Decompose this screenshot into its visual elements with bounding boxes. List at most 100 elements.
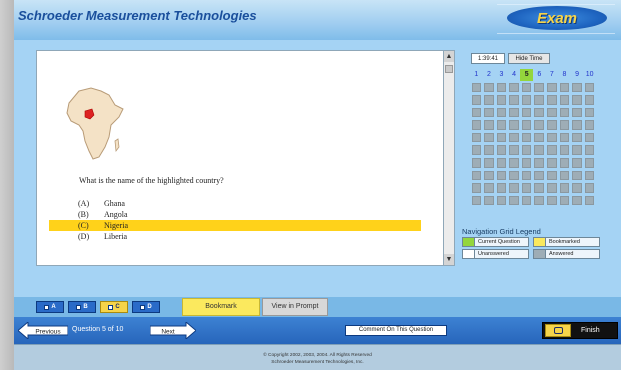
grid-cell[interactable] <box>484 82 494 93</box>
grid-cell[interactable] <box>547 195 557 206</box>
grid-cell[interactable] <box>496 195 507 206</box>
grid-cell[interactable] <box>584 82 595 93</box>
grid-number[interactable]: 9 <box>571 69 584 81</box>
grid-cell[interactable] <box>559 82 570 93</box>
grid-cell[interactable] <box>534 120 545 130</box>
grid-cell[interactable] <box>534 82 545 93</box>
grid-cell[interactable] <box>471 170 482 181</box>
grid-cell[interactable] <box>572 158 582 168</box>
grid-cell[interactable] <box>572 170 582 181</box>
grid-cell[interactable] <box>471 195 482 206</box>
grid-number[interactable]: 10 <box>583 69 596 81</box>
grid-cell[interactable] <box>496 107 507 118</box>
grid-cell[interactable] <box>521 158 532 168</box>
grid-cell[interactable] <box>534 195 545 206</box>
grid-cell[interactable] <box>547 82 557 93</box>
grid-cell[interactable] <box>496 170 507 181</box>
answer-button-b[interactable]: B <box>68 301 96 313</box>
next-button[interactable]: Next <box>150 322 196 339</box>
grid-cell[interactable] <box>584 158 595 168</box>
grid-cell[interactable] <box>534 170 545 181</box>
grid-cell[interactable] <box>572 132 582 143</box>
grid-cell[interactable] <box>509 183 519 193</box>
grid-cell[interactable] <box>534 158 545 168</box>
grid-cell[interactable] <box>572 95 582 105</box>
grid-number[interactable]: 7 <box>546 69 559 81</box>
grid-cell[interactable] <box>509 132 519 143</box>
grid-cell[interactable] <box>471 183 482 193</box>
grid-cell[interactable] <box>584 120 595 130</box>
grid-cell[interactable] <box>559 95 570 105</box>
grid-cell[interactable] <box>534 95 545 105</box>
grid-cell[interactable] <box>509 195 519 206</box>
answer-button-d[interactable]: D <box>132 301 160 313</box>
grid-cell[interactable] <box>496 132 507 143</box>
grid-cell[interactable] <box>521 195 532 206</box>
option-d[interactable]: (D) Liberia <box>49 231 421 242</box>
grid-cell[interactable] <box>496 158 507 168</box>
grid-cell[interactable] <box>521 132 532 143</box>
grid-cell[interactable] <box>484 95 494 105</box>
grid-cell[interactable] <box>584 107 595 118</box>
grid-number[interactable]: 1 <box>470 69 483 81</box>
grid-number[interactable]: 8 <box>558 69 571 81</box>
grid-cell[interactable] <box>584 183 595 193</box>
previous-button[interactable]: Previous <box>18 322 68 339</box>
option-a[interactable]: (A) Ghana <box>49 198 421 209</box>
grid-cell[interactable] <box>471 158 482 168</box>
scroll-up-icon[interactable]: ▲ <box>444 51 454 62</box>
grid-cell[interactable] <box>471 82 482 93</box>
grid-cell[interactable] <box>471 132 482 143</box>
grid-cell[interactable] <box>484 195 494 206</box>
grid-cell[interactable] <box>534 183 545 193</box>
question-scrollbar[interactable]: ▲ ▼ <box>444 50 455 266</box>
grid-cell[interactable] <box>559 170 570 181</box>
grid-cell[interactable] <box>547 183 557 193</box>
grid-cell[interactable] <box>521 95 532 105</box>
grid-number[interactable]: 3 <box>495 69 508 81</box>
option-c[interactable]: (C) Nigeria <box>49 220 421 231</box>
grid-cell[interactable] <box>572 195 582 206</box>
grid-number[interactable]: 5 <box>520 69 533 81</box>
grid-cell[interactable] <box>521 107 532 118</box>
grid-cell[interactable] <box>509 82 519 93</box>
grid-cell[interactable] <box>496 145 507 156</box>
grid-cell[interactable] <box>484 183 494 193</box>
grid-cell[interactable] <box>547 132 557 143</box>
grid-cell[interactable] <box>521 145 532 156</box>
scroll-down-icon[interactable]: ▼ <box>444 254 454 265</box>
grid-cell[interactable] <box>521 120 532 130</box>
grid-cell[interactable] <box>559 120 570 130</box>
grid-cell[interactable] <box>572 145 582 156</box>
grid-cell[interactable] <box>584 195 595 206</box>
grid-cell[interactable] <box>521 82 532 93</box>
grid-cell[interactable] <box>584 132 595 143</box>
grid-cell[interactable] <box>559 132 570 143</box>
comment-button[interactable]: Comment On This Question <box>345 325 447 336</box>
grid-cell[interactable] <box>534 132 545 143</box>
grid-cell[interactable] <box>559 183 570 193</box>
grid-cell[interactable] <box>559 158 570 168</box>
option-b[interactable]: (B) Angola <box>49 209 421 220</box>
grid-cell[interactable] <box>572 107 582 118</box>
grid-cell[interactable] <box>547 95 557 105</box>
grid-cell[interactable] <box>509 107 519 118</box>
grid-number[interactable]: 2 <box>483 69 496 81</box>
grid-cell[interactable] <box>496 120 507 130</box>
answer-button-a[interactable]: A <box>36 301 64 313</box>
view-in-prompt-button[interactable]: View in Prompt <box>262 298 328 316</box>
grid-cell[interactable] <box>484 120 494 130</box>
grid-cell[interactable] <box>559 145 570 156</box>
scroll-thumb[interactable] <box>445 65 453 73</box>
grid-cell[interactable] <box>572 183 582 193</box>
grid-cell[interactable] <box>471 95 482 105</box>
hide-time-button[interactable]: Hide Time <box>508 53 550 64</box>
grid-cell[interactable] <box>521 183 532 193</box>
grid-cell[interactable] <box>496 95 507 105</box>
grid-cell[interactable] <box>584 170 595 181</box>
grid-cell[interactable] <box>547 107 557 118</box>
grid-cell[interactable] <box>547 158 557 168</box>
grid-number[interactable]: 4 <box>508 69 521 81</box>
grid-cell[interactable] <box>509 120 519 130</box>
grid-cell[interactable] <box>547 170 557 181</box>
